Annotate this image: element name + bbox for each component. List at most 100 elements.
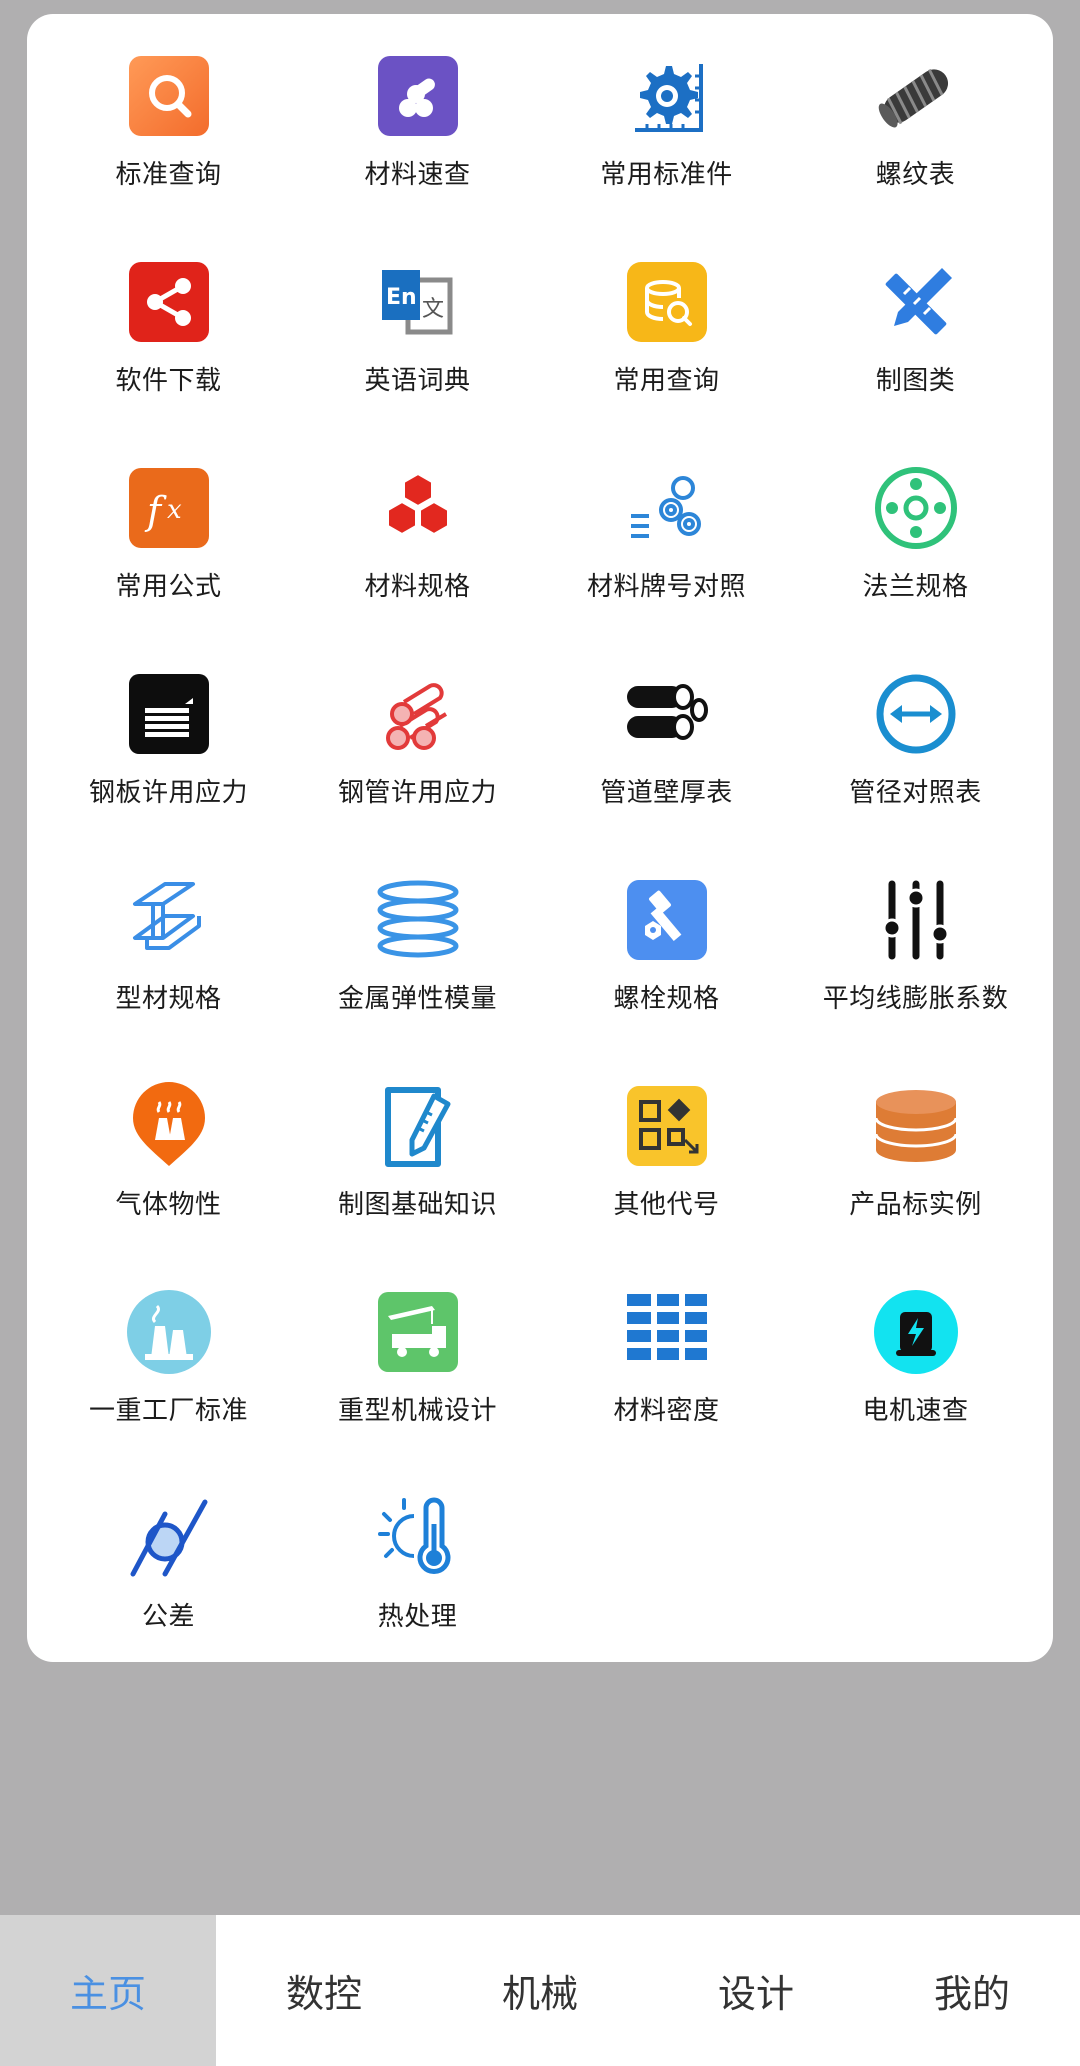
cubes-icon — [374, 464, 462, 552]
svg-text:文: 文 — [422, 297, 444, 322]
grid-item-label: 平均线膨胀系数 — [822, 984, 1009, 1014]
grid-item-label: 气体物性 — [115, 1190, 222, 1220]
tab-cnc[interactable]: 数控 — [216, 1915, 432, 2066]
svg-text:En: En — [386, 285, 417, 310]
grid-item-other-codes[interactable]: 其他代号 — [542, 1082, 791, 1288]
flange-icon — [872, 464, 960, 552]
bolt-nut-icon — [623, 876, 711, 964]
grid-item-material-quick[interactable]: 材料速查 — [293, 52, 542, 258]
grid-item-label: 材料规格 — [364, 572, 471, 602]
tab-mine[interactable]: 我的 — [864, 1915, 1080, 2066]
grid-item-steel-pipe-stress[interactable]: 钢管许用应力 — [293, 670, 542, 876]
grid-item-tolerance[interactable]: 公差 — [44, 1494, 293, 1700]
gas-plant-icon — [125, 1082, 213, 1170]
grid-item-pipe-diameter-table[interactable]: 管径对照表 — [791, 670, 1040, 876]
density-grid-icon — [623, 1288, 711, 1376]
grid-item-heavy-machinery-design[interactable]: 重型机械设计 — [293, 1288, 542, 1494]
tab-design[interactable]: 设计 — [648, 1915, 864, 2066]
grid-item-label: 电机速查 — [862, 1396, 969, 1426]
grid-item-gas-properties[interactable]: 气体物性 — [44, 1082, 293, 1288]
grid-item-label: 常用公式 — [115, 572, 222, 602]
code-blocks-icon — [623, 1082, 711, 1170]
grid-item-common-query[interactable]: 常用查询 — [542, 258, 791, 464]
grid-item-profile-spec[interactable]: 型材规格 — [44, 876, 293, 1082]
grid-item-label: 材料速查 — [364, 160, 471, 190]
grid-item-label: 管道壁厚表 — [600, 778, 733, 808]
grid-item-label: 螺栓规格 — [613, 984, 720, 1014]
grid-item-label: 制图基础知识 — [337, 1190, 497, 1220]
steel-plate-icon — [125, 670, 213, 758]
svg-text:x: x — [167, 495, 182, 525]
grid-item-common-formula[interactable]: fx 常用公式 — [44, 464, 293, 670]
motor-icon — [872, 1288, 960, 1376]
grid-item-standard-query[interactable]: 标准查询 — [44, 52, 293, 258]
grid-item-label: 金属弹性模量 — [337, 984, 497, 1014]
formula-fx-icon: fx — [125, 464, 213, 552]
grid-item-flange-spec[interactable]: 法兰规格 — [791, 464, 1040, 670]
search-icon — [125, 52, 213, 140]
sliders-icon — [872, 876, 960, 964]
grid-item-thread-table[interactable]: 螺纹表 — [791, 52, 1040, 258]
grid-item-label: 法兰规格 — [862, 572, 969, 602]
grid-item-software-download[interactable]: 软件下载 — [44, 258, 293, 464]
grid-item-label: 重型机械设计 — [337, 1396, 497, 1426]
bottom-nav: 主页 数控 机械 设计 我的 — [0, 1915, 1080, 2066]
grid-item-yizhong-factory-standard[interactable]: 一重工厂标准 — [44, 1288, 293, 1494]
grid-item-steel-plate-stress[interactable]: 钢板许用应力 — [44, 670, 293, 876]
grid-item-bolt-spec[interactable]: 螺栓规格 — [542, 876, 791, 1082]
grid-item-drafting-basics[interactable]: 制图基础知识 — [293, 1082, 542, 1288]
grid-item-label: 螺纹表 — [875, 160, 956, 190]
grid-item-label: 公差 — [141, 1602, 195, 1632]
grid-item-material-spec[interactable]: 材料规格 — [293, 464, 542, 670]
gear-ruler-icon — [623, 52, 711, 140]
grid-item-pipe-wall-table[interactable]: 管道壁厚表 — [542, 670, 791, 876]
grid-item-label: 材料密度 — [613, 1396, 720, 1426]
pipes-list-icon — [623, 464, 711, 552]
factory-icon — [125, 1288, 213, 1376]
material-rods-icon — [374, 52, 462, 140]
grid-item-label: 钢管许用应力 — [337, 778, 497, 808]
grid-item-material-density[interactable]: 材料密度 — [542, 1288, 791, 1494]
grid-item-label: 型材规格 — [115, 984, 222, 1014]
grid-item-label: 材料牌号对照 — [586, 572, 746, 602]
i-beam-icon — [125, 876, 213, 964]
dictionary-translate-icon: En 文 — [374, 258, 462, 346]
heat-treatment-icon — [374, 1494, 462, 1582]
grid-item-label: 英语词典 — [364, 366, 471, 396]
grid-item-common-standard-parts[interactable]: 常用标准件 — [542, 52, 791, 258]
grid-item-label: 一重工厂标准 — [88, 1396, 248, 1426]
pencil-ruler-icon — [872, 258, 960, 346]
pipe-wall-icon — [623, 670, 711, 758]
grid-item-label: 常用查询 — [613, 366, 720, 396]
grid-item-heat-treatment[interactable]: 热处理 — [293, 1494, 542, 1700]
grid-item-label: 其他代号 — [613, 1190, 720, 1220]
tools-card: 标准查询 材料速查 常用标准件 螺纹表 软件下载 En 文 英语词典 常用查询 … — [27, 14, 1053, 1662]
tools-grid: 标准查询 材料速查 常用标准件 螺纹表 软件下载 En 文 英语词典 常用查询 … — [27, 14, 1070, 1700]
share-icon — [125, 258, 213, 346]
grid-item-label: 产品标实例 — [849, 1190, 982, 1220]
tab-machinery[interactable]: 机械 — [432, 1915, 648, 2066]
drafting-pencil-icon — [374, 1082, 462, 1170]
grid-item-motor-quick[interactable]: 电机速查 — [791, 1288, 1040, 1494]
grid-item-product-example[interactable]: 产品标实例 — [791, 1082, 1040, 1288]
grid-item-label: 热处理 — [377, 1602, 458, 1632]
grid-item-label: 钢板许用应力 — [88, 778, 248, 808]
grid-item-expansion-coef[interactable]: 平均线膨胀系数 — [791, 876, 1040, 1082]
grid-item-label: 常用标准件 — [600, 160, 733, 190]
database-icon — [872, 1082, 960, 1170]
grid-item-drawing[interactable]: 制图类 — [791, 258, 1040, 464]
tab-home[interactable]: 主页 — [0, 1915, 216, 2066]
grid-item-material-grade-compare[interactable]: 材料牌号对照 — [542, 464, 791, 670]
crane-truck-icon — [374, 1288, 462, 1376]
grid-item-elastic-modulus[interactable]: 金属弹性模量 — [293, 876, 542, 1082]
steel-pipes-icon — [374, 670, 462, 758]
grid-item-label: 管径对照表 — [849, 778, 982, 808]
grid-item-label: 标准查询 — [115, 160, 222, 190]
pipe-diameter-icon — [872, 670, 960, 758]
grid-item-label: 软件下载 — [115, 366, 222, 396]
grid-item-label: 制图类 — [875, 366, 956, 396]
grid-item-english-dictionary[interactable]: En 文 英语词典 — [293, 258, 542, 464]
thread-screw-icon — [872, 52, 960, 140]
database-search-icon — [623, 258, 711, 346]
stacked-discs-icon — [374, 876, 462, 964]
